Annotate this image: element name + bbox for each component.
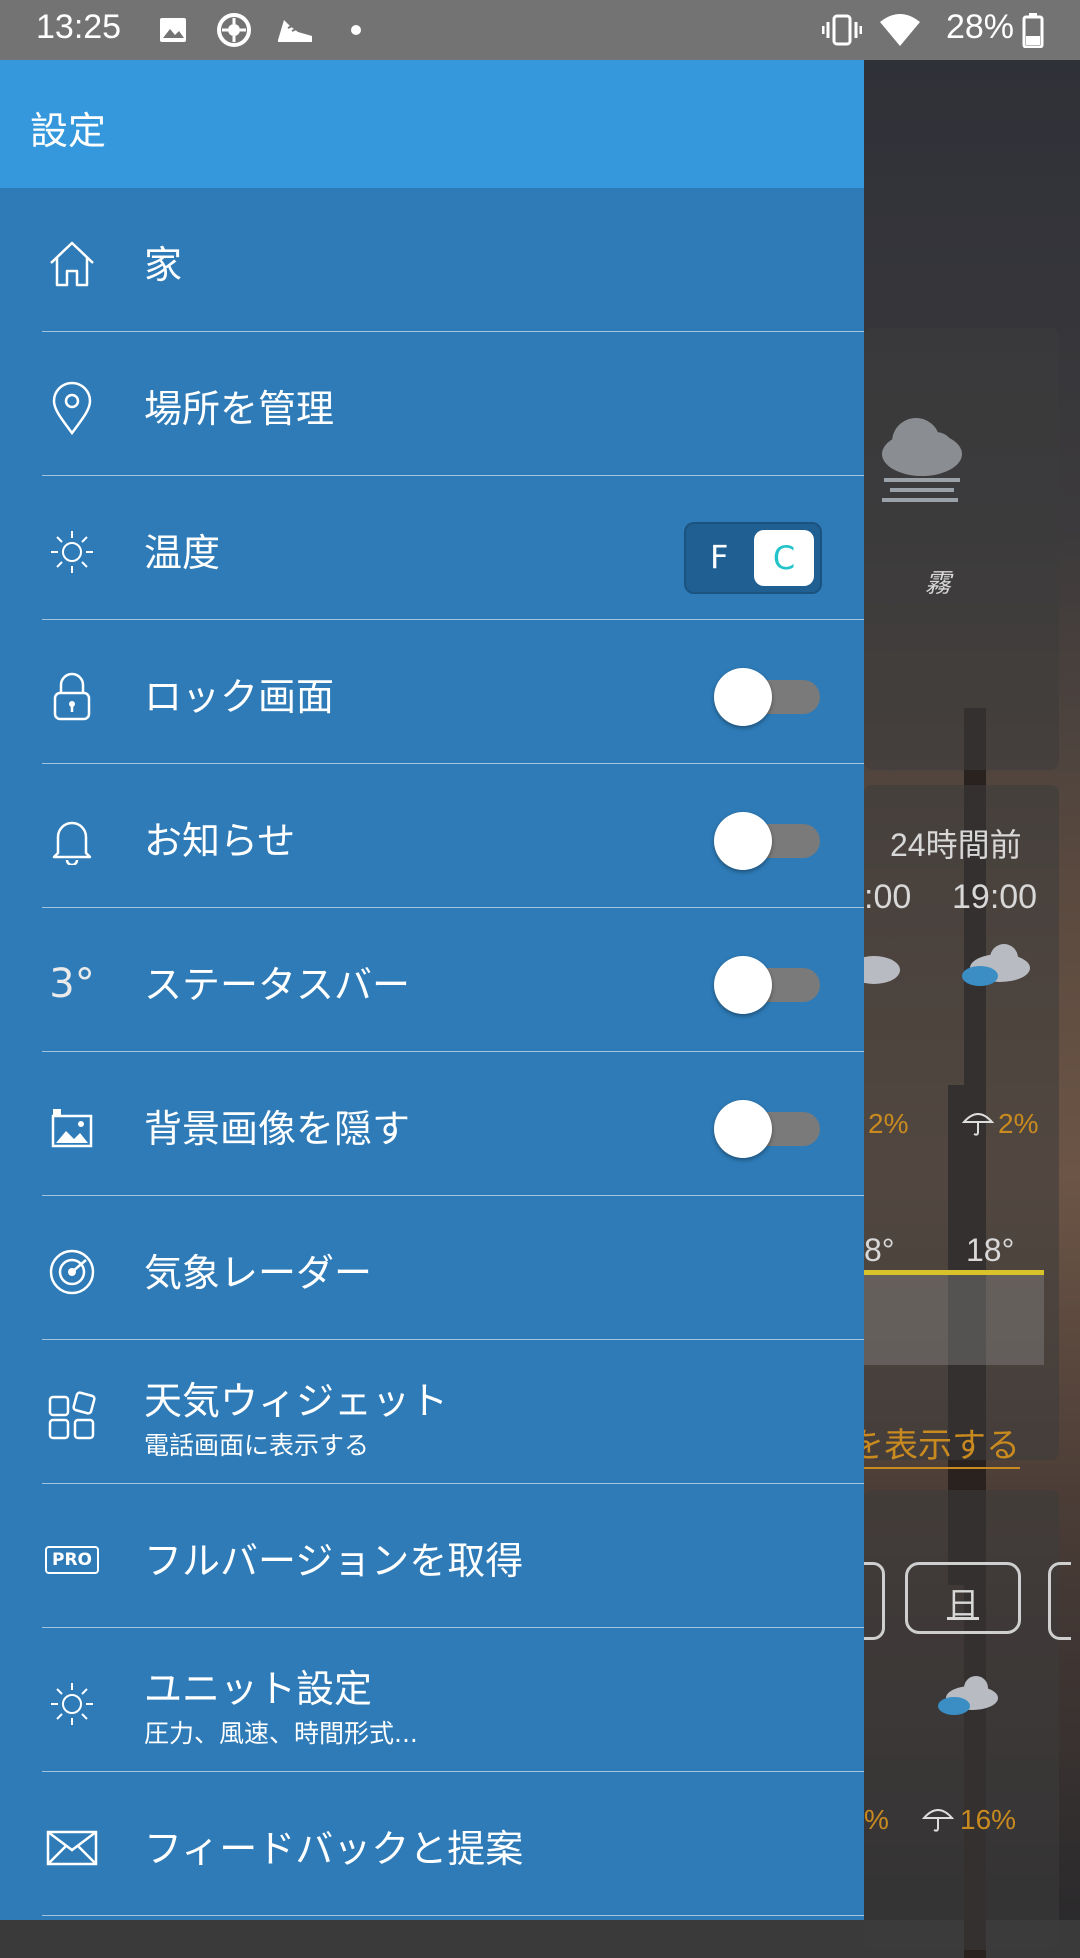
- wifi-icon: [880, 14, 920, 46]
- precip-4: 16%: [960, 1804, 1017, 1835]
- compass-icon: [217, 13, 251, 47]
- battery-percent: 28%: [945, 8, 1014, 46]
- menu-item-home[interactable]: 家: [0, 188, 864, 332]
- radar-icon: [44, 1244, 100, 1300]
- weather-condition: 霧: [925, 568, 952, 598]
- location-pin-icon: [44, 380, 100, 436]
- status-bar-switch[interactable]: [714, 954, 824, 1014]
- shoe-icon: [278, 20, 312, 42]
- menu-item-feedback[interactable]: フィードバックと提案: [0, 1772, 864, 1916]
- day-tab-prev[interactable]: [864, 1562, 885, 1640]
- menu-item-label: ステータスバー: [144, 963, 411, 1007]
- settings-sun-icon: [44, 1676, 100, 1732]
- temp-area: [864, 1275, 1044, 1365]
- temperature-unit-toggle[interactable]: F C: [684, 522, 822, 594]
- menu-item-label: 背景画像を隠す: [144, 1107, 411, 1151]
- divider: [42, 1915, 864, 1916]
- menu-item-unit-settings[interactable]: ユニット設定 圧力、風速、時間形式...: [0, 1628, 864, 1772]
- sun-icon: [44, 524, 100, 580]
- menu-item-label: ユニット設定: [144, 1667, 373, 1711]
- settings-drawer: 設定 家 場所を管理 温度 F C ロック画面 お知らせ 3° ステータスバー …: [0, 60, 864, 1920]
- hide-background-switch[interactable]: [714, 1098, 824, 1158]
- umbrella-icon-2: [921, 1809, 955, 1832]
- status-bar: 13:25 28%: [0, 0, 1080, 60]
- menu-item-label: 家: [144, 243, 183, 287]
- menu-item-weather-widget[interactable]: 天気ウィジェット 電話画面に表示する: [0, 1340, 864, 1484]
- precip-3: %: [864, 1804, 889, 1835]
- cloud-icon-2: [962, 944, 1030, 986]
- settings-menu: 家 場所を管理 温度 F C ロック画面 お知らせ 3° ステータスバー 背景画…: [0, 188, 864, 1916]
- temperature-3-icon: 3°: [49, 961, 95, 1007]
- menu-item-lock-screen: ロック画面: [0, 620, 864, 764]
- menu-item-label: ロック画面: [144, 675, 335, 719]
- menu-item-label: 場所を管理: [144, 387, 335, 431]
- menu-item-sublabel: 圧力、風速、時間形式...: [144, 1719, 418, 1748]
- day-tab-sun[interactable]: 日: [905, 1562, 1021, 1634]
- menu-item-manage-locations[interactable]: 場所を管理: [0, 332, 864, 476]
- drawer-title: 設定: [30, 109, 107, 153]
- mail-icon: [44, 1820, 100, 1876]
- menu-item-label: 気象レーダー: [144, 1251, 373, 1295]
- menu-item-get-full-version[interactable]: PRO フルバージョンを取得: [0, 1484, 864, 1628]
- menu-item-sublabel: 電話画面に表示する: [144, 1431, 370, 1460]
- dot-icon: [351, 25, 361, 35]
- unit-celsius-selected[interactable]: C: [754, 530, 814, 586]
- fog-cloud-icon: [882, 418, 962, 502]
- image-lock-icon: [44, 1100, 100, 1156]
- umbrella-icon-1: [961, 1113, 995, 1136]
- battery-icon: [1022, 13, 1044, 48]
- cloud-icon-1: [864, 956, 900, 984]
- lock-icon: [44, 668, 100, 724]
- precip-1: 2%: [868, 1108, 909, 1139]
- widgets-icon: [44, 1388, 100, 1444]
- menu-item-temperature: 温度 F C: [0, 476, 864, 620]
- image-icon: [160, 18, 186, 42]
- hour-label-2: 19:00: [952, 878, 1038, 916]
- menu-item-status-bar: 3° ステータスバー: [0, 908, 864, 1052]
- temp-2: 18°: [966, 1232, 1015, 1268]
- vibrate-icon: [822, 14, 862, 46]
- menu-item-label: 温度: [144, 531, 221, 575]
- menu-item-label: 天気ウィジェット: [144, 1379, 449, 1423]
- lock-screen-switch[interactable]: [714, 666, 824, 726]
- pro-badge-icon: PRO: [44, 1532, 100, 1588]
- menu-item-weather-radar[interactable]: 気象レーダー: [0, 1196, 864, 1340]
- unit-fahrenheit[interactable]: F: [710, 538, 728, 576]
- current-weather-card: [864, 328, 1059, 770]
- daily-card: [864, 1490, 1059, 1950]
- hourly-header: 24時間前: [890, 827, 1022, 863]
- menu-item-hide-background: 背景画像を隠す: [0, 1052, 864, 1196]
- menu-item-label: フィードバックと提案: [144, 1827, 524, 1871]
- notifications-switch[interactable]: [714, 810, 824, 870]
- menu-item-label: フルバージョンを取得: [144, 1539, 524, 1583]
- bell-icon: [44, 812, 100, 868]
- show-more-link[interactable]: を表示する: [850, 1418, 1020, 1469]
- cloud-icon-3: [938, 1676, 998, 1715]
- day-tab-next[interactable]: [1048, 1562, 1071, 1640]
- day-tab-label: 日: [946, 1586, 979, 1622]
- menu-item-notifications: お知らせ: [0, 764, 864, 908]
- menu-item-label: お知らせ: [144, 819, 296, 863]
- drawer-header: 設定: [0, 60, 864, 188]
- hour-label-1: :00: [864, 878, 912, 916]
- precip-2: 2%: [998, 1108, 1039, 1139]
- home-icon: [44, 236, 100, 292]
- status-time: 13:25: [36, 8, 122, 46]
- temp-1: 8°: [864, 1232, 895, 1268]
